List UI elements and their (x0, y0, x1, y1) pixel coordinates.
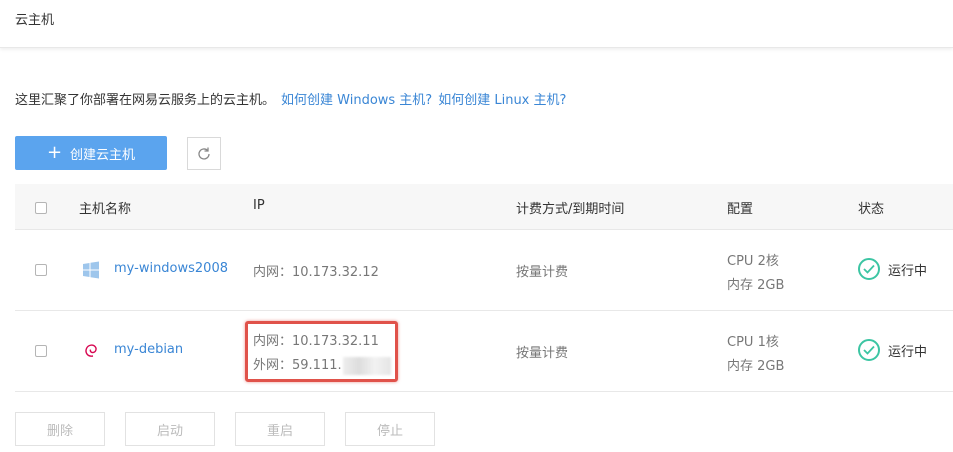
create-instance-button[interactable]: + 创建云主机 (15, 136, 167, 170)
ip-internal: 内网：10.173.32.12 (253, 265, 379, 280)
refresh-icon (198, 147, 210, 160)
status-badge: 运行中 (858, 258, 927, 280)
col-name: 主机名称 (79, 202, 132, 217)
table-row: my-debian 内网：10.173.32.11 外网：59.111. 按量计… (15, 311, 953, 392)
debian-icon (85, 344, 97, 357)
config-mem: 内存 2GB (727, 278, 785, 293)
row-checkbox[interactable] (35, 264, 47, 276)
col-config: 配置 (727, 202, 754, 217)
stop-button[interactable]: 停止 (345, 412, 435, 446)
ip-highlight-box (245, 321, 398, 382)
col-ip: IP (253, 198, 265, 213)
table-row: my-windows2008 内网：10.173.32.12 按量计费 CPU … (15, 230, 953, 311)
help-link-windows[interactable]: 如何创建 Windows 主机? (281, 93, 432, 108)
config-cpu: CPU 2核 (727, 254, 779, 269)
status-badge: 运行中 (858, 339, 927, 361)
restart-button[interactable]: 重启 (235, 412, 325, 446)
instance-name-link[interactable]: my-debian (114, 342, 183, 357)
create-instance-label: 创建云主机 (70, 147, 136, 163)
page-title: 云主机 (15, 13, 55, 28)
instance-table: 主机名称 IP 计费方式/到期时间 配置 状态 my-windows2008 内… (15, 184, 953, 392)
instance-name-link[interactable]: my-windows2008 (114, 261, 228, 276)
billing-type: 按量计费 (516, 346, 569, 361)
col-status: 状态 (858, 202, 885, 217)
check-circle-icon (858, 339, 880, 361)
billing-type: 按量计费 (516, 265, 569, 280)
status-text: 运行中 (888, 263, 928, 279)
refresh-button[interactable] (187, 137, 221, 170)
help-link-linux[interactable]: 如何创建 Linux 主机? (438, 93, 566, 108)
delete-button[interactable]: 删除 (15, 412, 105, 446)
col-billing: 计费方式/到期时间 (516, 202, 625, 217)
row-checkbox[interactable] (35, 345, 47, 357)
start-button[interactable]: 启动 (125, 412, 215, 446)
config-mem: 内存 2GB (727, 359, 785, 374)
table-header: 主机名称 IP 计费方式/到期时间 配置 状态 (15, 184, 953, 230)
intro-description: 这里汇聚了你部署在网易云服务上的云主机。 (15, 93, 276, 108)
check-circle-icon (858, 258, 880, 280)
plus-icon: + (46, 142, 63, 163)
status-text: 运行中 (888, 344, 928, 360)
config-cpu: CPU 1核 (727, 335, 779, 350)
intro-text: 这里汇聚了你部署在网易云服务上的云主机。 如何创建 Windows 主机? 如何创建… (15, 89, 566, 108)
windows-icon (83, 261, 99, 279)
select-all-checkbox[interactable] (35, 202, 47, 214)
page-header: 云主机 (0, 0, 953, 48)
